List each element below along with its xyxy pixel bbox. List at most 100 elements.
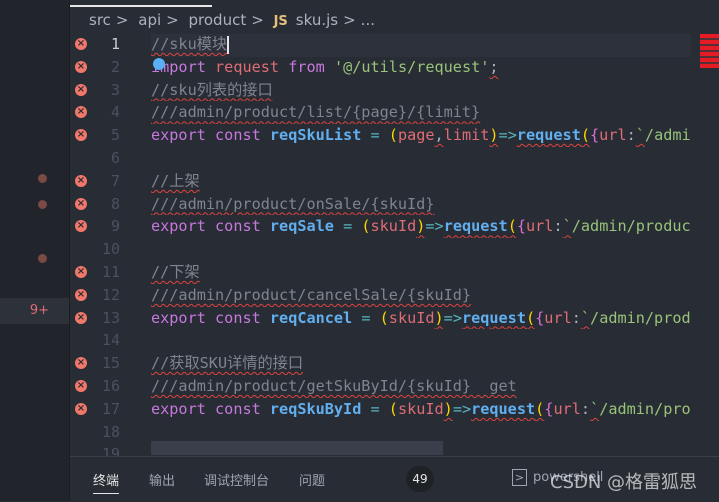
code-editor[interactable]: × 1 //sku模块 × 2 import request from '@/utils/…	[70, 33, 719, 466]
code-text: export const reqSkuList = (page,limit)=>…	[151, 124, 691, 147]
breakpoint-dot[interactable]	[38, 254, 47, 263]
code-line[interactable]: × 11 //下架	[70, 261, 719, 284]
line-number: 9	[110, 217, 120, 236]
active-tab-indicator	[70, 5, 212, 7]
breadcrumb-item[interactable]: src	[89, 11, 111, 29]
code-line[interactable]: × 15 //获取SKU详情的接口	[70, 352, 719, 375]
error-icon[interactable]: ×	[75, 38, 87, 50]
error-icon[interactable]: ×	[75, 106, 87, 119]
code-token: const	[215, 217, 261, 236]
code-token: {	[590, 126, 600, 145]
code-text: import request from '@/utils/request';	[151, 56, 691, 79]
error-icon[interactable]: ×	[75, 129, 87, 142]
code-line[interactable]: × 3 //sku列表的接口	[70, 79, 719, 102]
code-line[interactable]: × 17 export const reqSkuById = (skuId)=>re…	[70, 398, 719, 421]
code-token: reqSale	[269, 217, 334, 236]
line-number: 3	[110, 80, 120, 99]
line-number: 7	[110, 171, 120, 190]
code-line[interactable]: 6	[70, 147, 719, 170]
error-icon[interactable]: ×	[75, 379, 87, 392]
code-line[interactable]: 14	[70, 329, 719, 352]
code-token: =>	[452, 399, 472, 418]
code-line[interactable]: × 5 export const reqSkuList = (page,limit)…	[70, 124, 719, 147]
error-icon[interactable]: ×	[75, 174, 87, 187]
code-token: /admin/product/list/${page}/${limit}`	[644, 126, 691, 145]
code-line[interactable]: × 9 export const reqSale = (skuId)=>reques…	[70, 215, 719, 238]
error-icon[interactable]: ×	[75, 197, 87, 210]
code-token: request	[516, 126, 581, 145]
overview-ruler-errors[interactable]	[700, 34, 719, 68]
code-token: ///admin/product/getSkuById/{skuId} get	[151, 376, 517, 395]
code-token: `	[580, 308, 591, 327]
code-text: //上架	[151, 170, 691, 193]
activity-gutter: 9+	[0, 0, 70, 501]
lightbulb-icon[interactable]	[153, 58, 165, 70]
code-token: `	[635, 126, 645, 145]
code-token: ;	[489, 57, 499, 76]
code-token: (	[535, 399, 545, 418]
code-line[interactable]: × 16 ///admin/product/getSkuById/{skuId} g…	[70, 375, 719, 398]
code-line[interactable]: × 12 ///admin/product/cancelSale/{skuId}	[70, 284, 719, 307]
code-line[interactable]: × 13 export const reqCancel = (skuId)=>req…	[70, 307, 719, 330]
problems-badge[interactable]: 9+	[0, 298, 69, 324]
code-token: )	[443, 399, 453, 418]
error-icon[interactable]: ×	[75, 402, 87, 415]
line-number: 11	[101, 262, 120, 281]
code-text: ///admin/product/onSale/{skuId}	[151, 193, 691, 216]
code-token: =>	[443, 308, 462, 327]
code-line[interactable]: 10	[70, 238, 719, 261]
error-icon[interactable]: ×	[75, 60, 87, 73]
error-icon[interactable]: ×	[75, 220, 87, 233]
error-icon[interactable]: ×	[75, 357, 87, 370]
code-token: request	[471, 399, 536, 418]
code-token: skuId	[397, 399, 444, 418]
breadcrumb-item[interactable]: api	[138, 11, 161, 29]
tab-output[interactable]: 输出	[149, 470, 175, 489]
tab-debug-console[interactable]: 调试控制台	[204, 470, 269, 489]
code-token: const	[215, 308, 261, 327]
code-line[interactable]: × 7 //上架	[70, 170, 719, 193]
tab-terminal[interactable]: 终端	[93, 470, 120, 494]
error-icon[interactable]: ×	[75, 265, 87, 278]
code-token: {	[535, 308, 545, 327]
line-number: 4	[110, 103, 120, 122]
code-token: =>	[498, 126, 517, 145]
line-number: 15	[101, 354, 120, 373]
code-token: (	[388, 126, 398, 145]
terminal-icon: >	[512, 469, 527, 486]
breadcrumb-item[interactable]: product	[189, 11, 247, 29]
code-token: //sku列表的接口	[151, 80, 273, 99]
code-line[interactable]: × 1 //sku模块	[70, 33, 719, 56]
code-line[interactable]: × 4 ///admin/product/list/{page}/{limit}	[70, 101, 719, 124]
breadcrumb-more[interactable]: ...	[361, 11, 375, 29]
breakpoint-dot[interactable]	[38, 200, 47, 209]
breadcrumb-file[interactable]: sku.js	[296, 11, 338, 29]
error-icon[interactable]: ×	[75, 311, 87, 324]
code-token: =	[333, 217, 362, 236]
code-token: =	[361, 399, 389, 418]
error-icon[interactable]: ×	[75, 83, 87, 96]
code-token: reqSkuById	[269, 399, 362, 418]
code-token: ///admin/product/onSale/{skuId}	[151, 194, 435, 213]
code-line[interactable]: × 8 ///admin/product/onSale/{skuId}	[70, 193, 719, 216]
code-line[interactable]: × 2 import request from '@/utils/request';	[70, 56, 719, 79]
code-token: export	[151, 217, 206, 236]
error-icon[interactable]: ×	[75, 288, 87, 301]
code-token: =>	[425, 217, 444, 236]
code-token: :	[571, 308, 581, 327]
line-number: 6	[110, 148, 120, 167]
code-token: //上架	[151, 171, 200, 190]
code-line[interactable]: 18	[70, 421, 719, 444]
code-token: /admin/product/onSale/${skuId}`	[571, 217, 691, 236]
problems-count-badge: 49	[406, 466, 434, 492]
code-token: =	[352, 308, 380, 327]
breakpoint-dot[interactable]	[38, 174, 47, 183]
tab-problems[interactable]: 问题	[299, 470, 325, 489]
